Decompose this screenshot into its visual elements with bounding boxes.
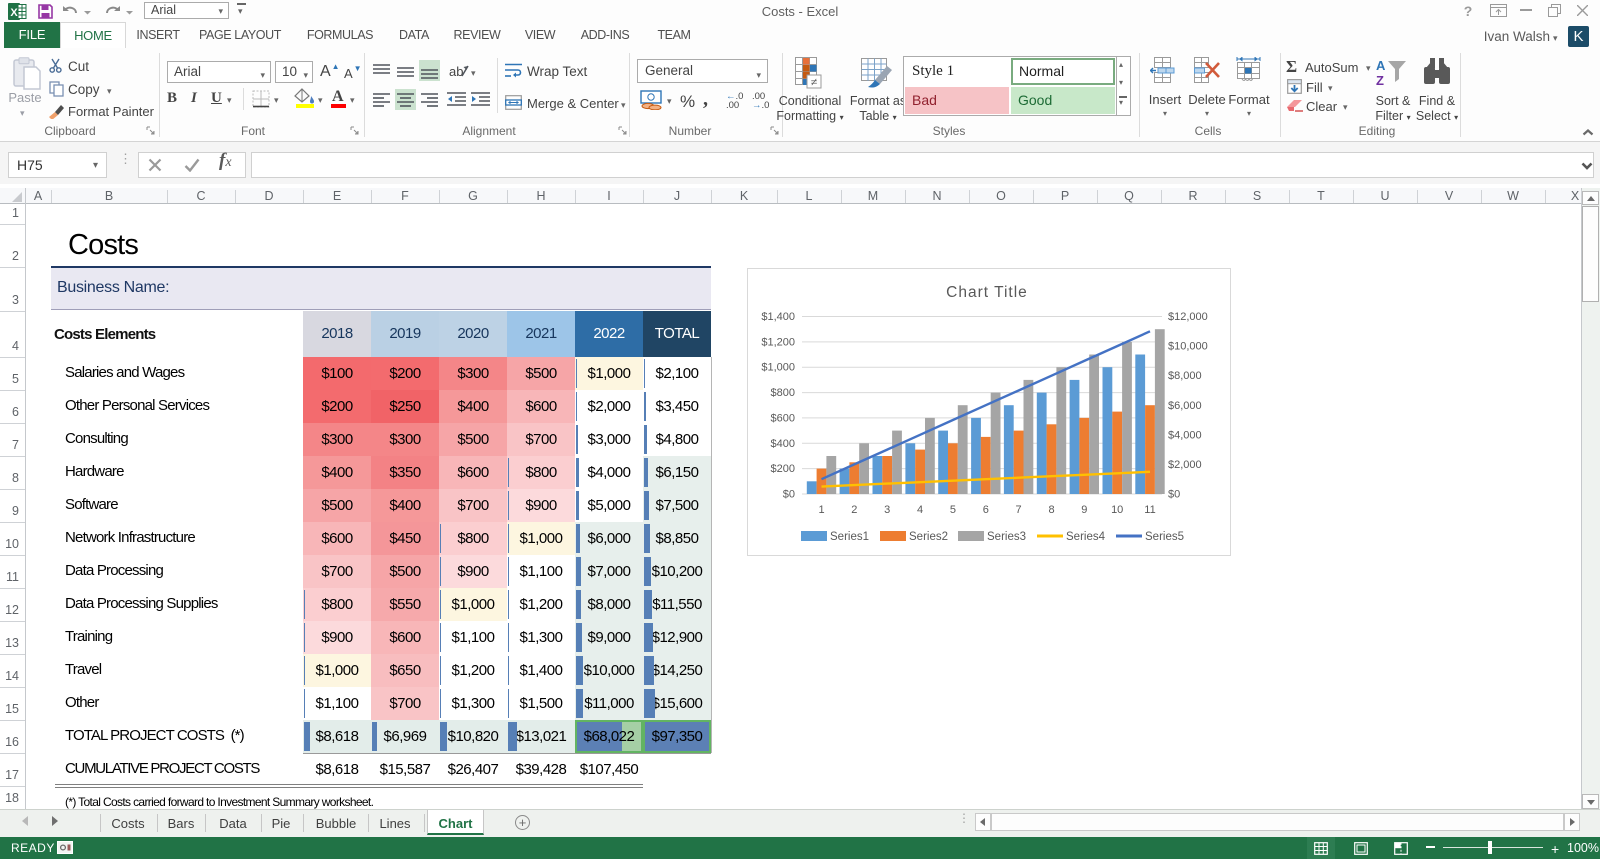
svg-text:≠: ≠ [811,75,818,89]
svg-text:Series1: Series1 [830,531,869,543]
svg-text:A: A [1376,58,1386,73]
svg-text:ab: ab [449,64,463,79]
svg-text:$200: $200 [771,463,795,475]
svg-text:Series3: Series3 [987,531,1026,543]
svg-text:$0: $0 [783,489,795,501]
svg-text:10: 10 [1111,504,1123,516]
svg-text:9: 9 [1081,504,1087,516]
svg-text:$10,000: $10,000 [1168,341,1208,353]
svg-text:7: 7 [1016,504,1022,516]
svg-text:Z: Z [1376,73,1384,88]
svg-text:$12,000: $12,000 [1168,311,1208,323]
svg-text:$1,000: $1,000 [761,362,795,374]
svg-text:6: 6 [983,504,989,516]
svg-text:$400: $400 [771,438,795,450]
svg-text:$600: $600 [771,412,795,424]
svg-text:8: 8 [1048,504,1054,516]
svg-text:2: 2 [851,504,857,516]
svg-text:Series4: Series4 [1066,531,1106,543]
svg-text:11: 11 [1144,504,1155,516]
svg-text:$1,200: $1,200 [761,336,795,348]
svg-text:$6,000: $6,000 [1168,400,1202,412]
svg-text:1: 1 [818,504,824,516]
svg-text:X: X [10,7,18,19]
svg-text:$4,000: $4,000 [1168,429,1202,441]
svg-text:4: 4 [917,504,923,516]
svg-text:$800: $800 [771,387,795,399]
svg-text:5: 5 [950,504,956,516]
svg-text:Series5: Series5 [1145,531,1184,543]
svg-text:Series2: Series2 [909,531,948,543]
svg-text:$1,400: $1,400 [761,311,795,323]
svg-text:$2,000: $2,000 [1168,459,1202,471]
svg-text:Chart Title: Chart Title [946,284,1028,301]
svg-text:$0: $0 [1168,489,1180,501]
svg-text:$8,000: $8,000 [1168,370,1202,382]
svg-text:3: 3 [884,504,890,516]
